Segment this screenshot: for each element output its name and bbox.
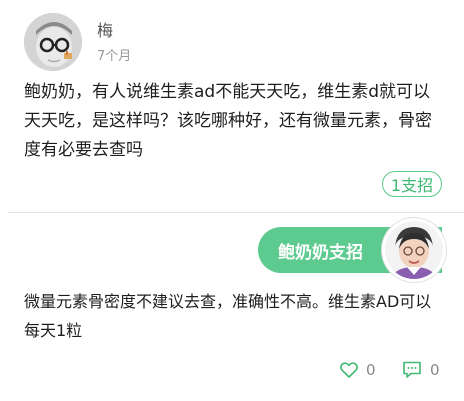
comment-count: 0 (430, 361, 440, 379)
expert-avatar-image (385, 221, 443, 279)
expert-avatar[interactable] (382, 218, 446, 282)
post-time: 7个月 (97, 49, 132, 64)
support-count-button[interactable]: 1支招 (382, 171, 442, 197)
user-name[interactable]: 梅 (97, 17, 113, 41)
expert-reply-label: 鲍奶奶支招 (278, 243, 363, 263)
like-button[interactable]: 0 (340, 359, 376, 381)
comment-bubble-icon (403, 361, 421, 378)
divider (8, 212, 464, 213)
user-avatar-image (24, 13, 82, 71)
heart-outline-icon (340, 362, 358, 378)
user-avatar[interactable] (24, 13, 82, 71)
comment-button[interactable]: 0 (402, 359, 440, 381)
like-count: 0 (366, 361, 376, 379)
qa-thread: 梅 7个月 鲍奶奶，有人说维生素ad不能天天吃，维生素d就可以天天吃，是这样吗？… (0, 0, 464, 401)
question-text: 鲍奶奶，有人说维生素ad不能天天吃，维生素d就可以天天吃，是这样吗？该吃哪种好，… (24, 82, 432, 160)
expert-reply-text: 微量元素骨密度不建议去查，准确性不高。维生素AD可以每天1粒 (24, 292, 432, 340)
